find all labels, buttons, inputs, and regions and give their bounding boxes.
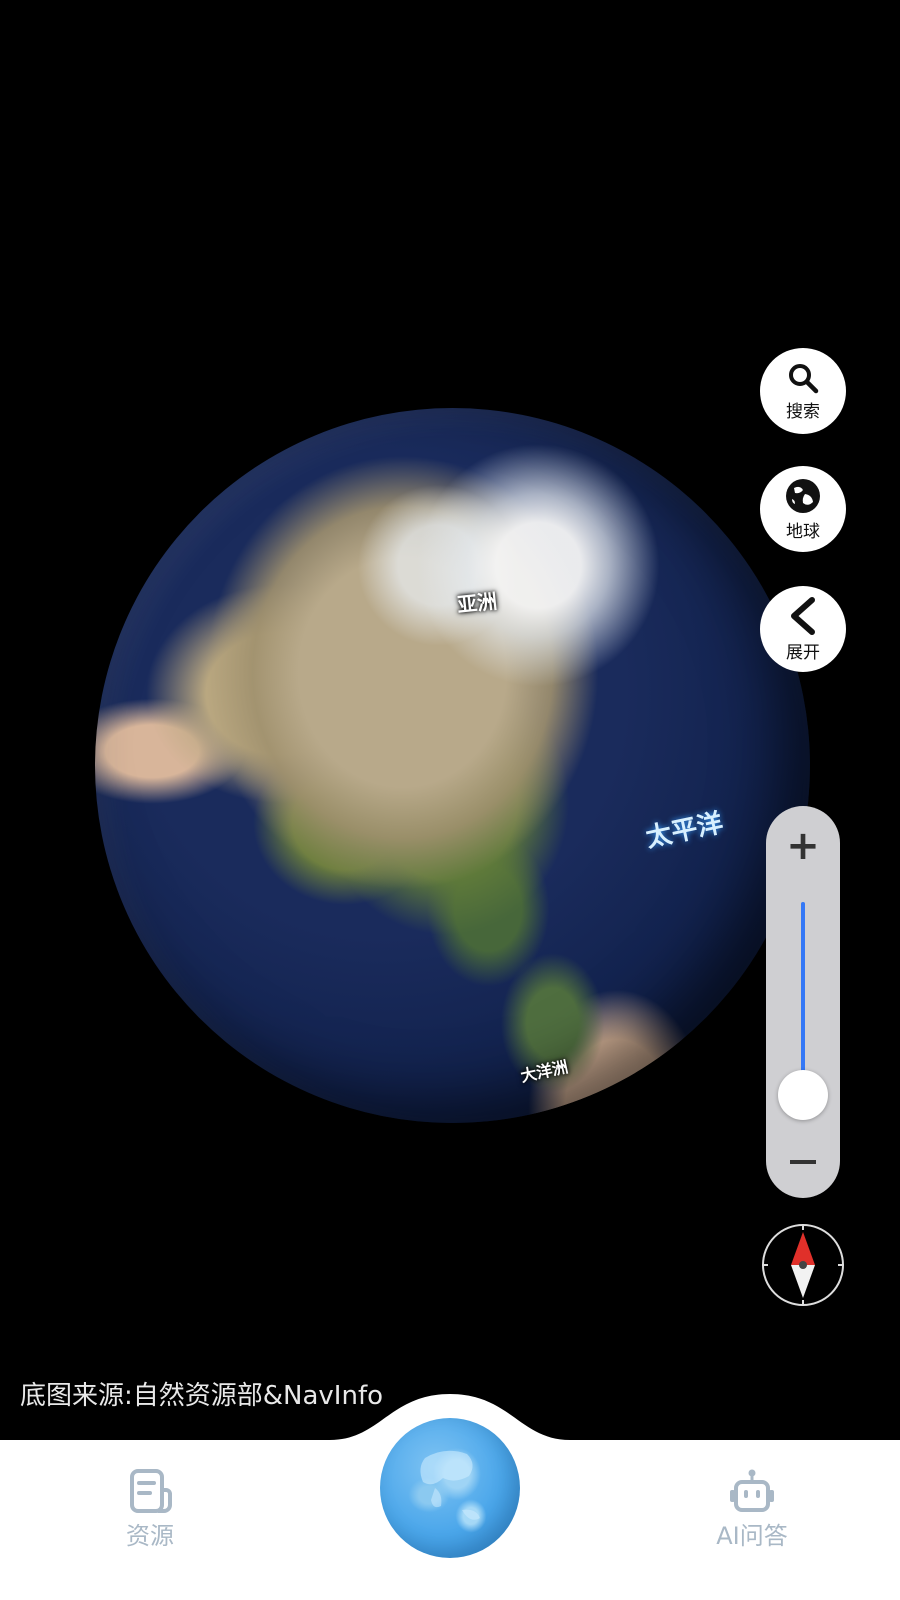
nav-label-ai-qa: AI问答 [716,1522,788,1550]
compass-icon [762,1224,844,1306]
nav-item-resources[interactable]: 资源 [90,1468,210,1551]
earth-button[interactable]: 地球 [760,466,846,552]
document-icon [130,1469,172,1513]
compass-button[interactable] [760,1222,846,1308]
map-label-asia: 亚洲 [456,588,499,618]
expand-label: 展开 [786,642,820,663]
robot-icon [730,1469,774,1512]
chevron-left-icon [791,596,815,635]
map-viewport[interactable]: 亚洲 太平洋 大洋洲 搜索 地球 展开 + 底图来源:自然资源部&NavInfo [0,0,900,1470]
nav-item-ai-qa[interactable]: AI问答 [692,1468,812,1551]
earth-globe[interactable] [95,408,810,1123]
globe-icon [420,1450,480,1520]
minus-icon [790,1160,816,1164]
zoom-in-button[interactable]: + [766,818,840,874]
expand-button[interactable]: 展开 [760,586,846,672]
zoom-out-button[interactable] [766,1134,840,1190]
zoom-thumb[interactable] [778,1069,828,1120]
globe-icon [786,478,820,513]
zoom-track-fill [801,902,805,1095]
earth-label: 地球 [786,521,820,542]
search-icon [789,363,819,393]
nav-label-resources: 资源 [126,1522,174,1550]
nav-center-globe-button[interactable] [380,1418,520,1558]
map-attribution: 底图来源:自然资源部&NavInfo [20,1381,384,1411]
search-button[interactable]: 搜索 [760,348,846,434]
zoom-slider[interactable]: + [766,806,840,1198]
search-label: 搜索 [786,401,820,422]
